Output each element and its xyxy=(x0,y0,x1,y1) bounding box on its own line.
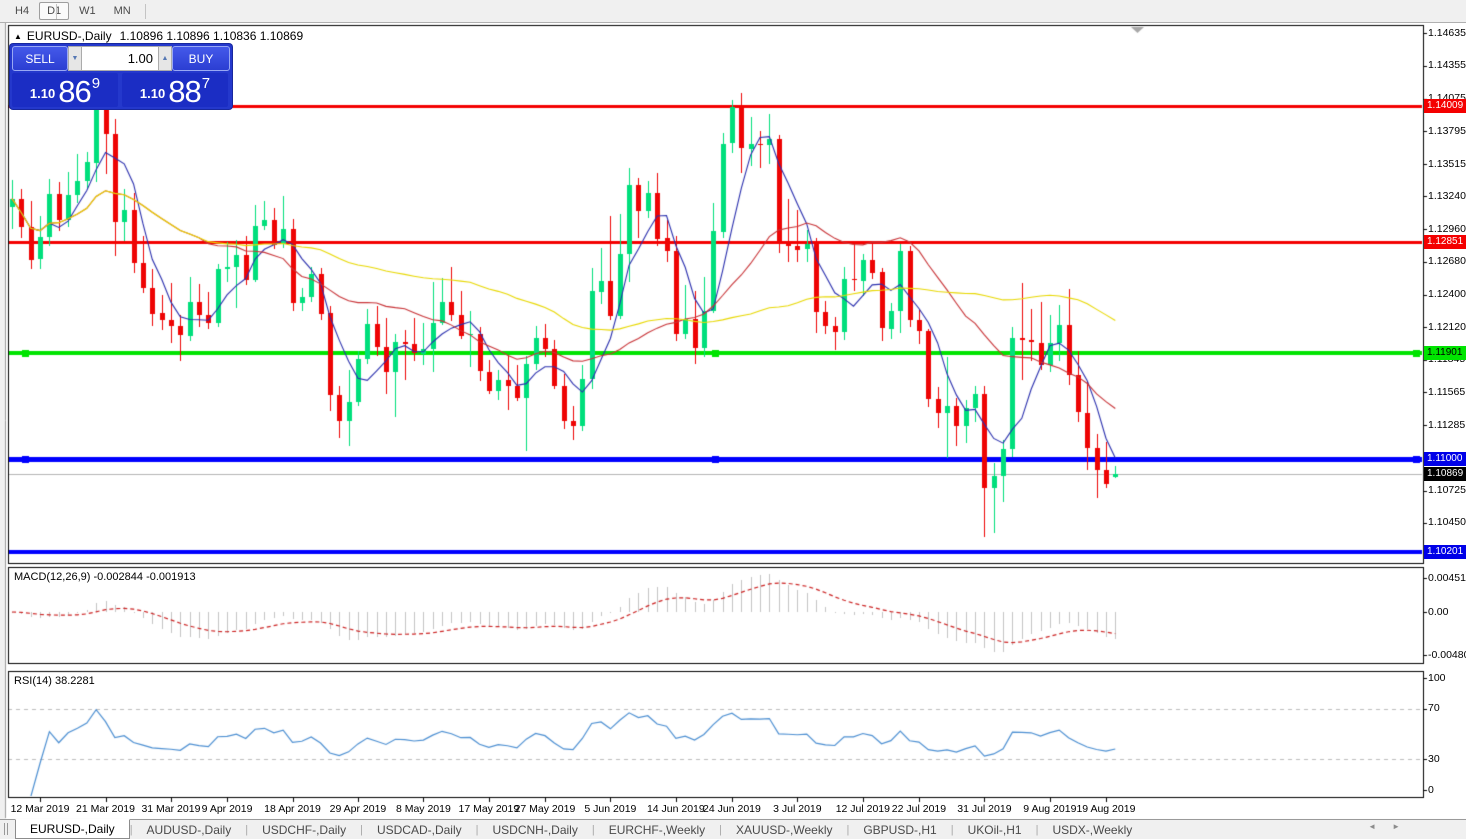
tab-usdcnh-daily[interactable]: USDCNH-,Daily xyxy=(479,820,592,839)
rsi-scale-label: 0 xyxy=(1428,783,1434,796)
date-label: 9 Apr 2019 xyxy=(201,803,253,815)
date-label: 29 Apr 2019 xyxy=(329,803,387,815)
buy-price-display[interactable]: 1.10 88 7 xyxy=(122,73,228,107)
price-tick-label: 1.13240 xyxy=(1428,189,1466,202)
chart-ohlc-values: 1.10896 1.10896 1.10836 1.10869 xyxy=(119,29,304,43)
macd-scale-label: 0.004517 xyxy=(1428,571,1466,584)
date-label: 9 Aug 2019 xyxy=(1023,803,1077,815)
sell-price-pips: 86 xyxy=(58,74,91,109)
price-level-label: 1.10201 xyxy=(1424,545,1466,560)
price-level-label: 1.12851 xyxy=(1424,234,1466,249)
price-tick-label: 1.10450 xyxy=(1428,516,1466,529)
price-tick-label: 1.12400 xyxy=(1428,288,1466,301)
date-label: 3 Jul 2019 xyxy=(773,803,822,815)
date-label: 14 Jun 2019 xyxy=(646,803,705,815)
tab-scroll-left-icon[interactable]: ◄ xyxy=(1368,822,1376,831)
date-label: 19 Aug 2019 xyxy=(1076,803,1136,815)
date-label: 17 May 2019 xyxy=(458,803,520,815)
macd-scale-label: 0.00 xyxy=(1428,605,1449,618)
macd-scale-label: -0.004806 xyxy=(1428,648,1466,661)
date-label: 5 Jun 2019 xyxy=(584,803,637,815)
rsi-scale-label: 70 xyxy=(1428,702,1440,715)
sell-price-display[interactable]: 1.10 86 9 xyxy=(12,73,118,107)
macd-label: MACD(12,26,9) -0.002844 -0.001913 xyxy=(14,571,196,583)
date-label: 8 May 2019 xyxy=(395,803,451,815)
date-label: 24 Jun 2019 xyxy=(703,803,761,815)
price-tick-label: 1.10725 xyxy=(1428,484,1466,497)
tab-eurusd-daily[interactable]: EURUSD-,Daily xyxy=(15,819,130,839)
date-label: 31 Jul 2019 xyxy=(957,803,1012,815)
price-tick-label: 1.11285 xyxy=(1428,418,1466,431)
price-tick-label: 1.12680 xyxy=(1428,255,1466,268)
date-label: 18 Apr 2019 xyxy=(264,803,321,815)
buy-price-point: 7 xyxy=(201,75,211,92)
price-level-label: 1.10869 xyxy=(1424,466,1466,481)
date-label: 31 Mar 2019 xyxy=(141,803,201,815)
chart-title: ▲ EURUSD-,Daily 1.10896 1.10896 1.10836 1.… xyxy=(14,29,303,43)
volume-decrease-button[interactable]: ▼ xyxy=(68,46,82,71)
rsi-label: RSI(14) 38.2281 xyxy=(14,675,95,687)
price-level-label: 1.11901 xyxy=(1424,346,1466,361)
one-click-trade-panel: SELL ▼ 1.00 ▲ BUY 1.10 86 9 1.10 88 7 xyxy=(10,44,232,109)
timeframe-button-w1[interactable]: W1 xyxy=(71,2,104,20)
buy-button[interactable]: BUY xyxy=(172,46,230,71)
toolbar-separator xyxy=(56,3,57,19)
tab-scroll-arrows: ◄ ► xyxy=(1368,822,1400,831)
symbol-tab-bar: EURUSD-,Daily | AUDUSD-,Daily | USDCHF-,Dail… xyxy=(0,819,1466,839)
tab-usdx-weekly[interactable]: USDX-,Weekly xyxy=(1038,820,1146,839)
tab-gbpusd-h1[interactable]: GBPUSD-,H1 xyxy=(849,820,950,839)
tab-scroll-right-icon[interactable]: ► xyxy=(1392,822,1400,831)
tab-usdchf-daily[interactable]: USDCHF-,Daily xyxy=(248,820,360,839)
volume-increase-button[interactable]: ▲ xyxy=(158,46,172,71)
sell-price-big-figure: 1.10 xyxy=(29,86,56,101)
rsi-scale-label: 30 xyxy=(1428,752,1440,765)
date-label: 21 Mar 2019 xyxy=(76,803,135,815)
tab-eurchf-weekly[interactable]: EURCHF-,Weekly xyxy=(595,820,719,839)
buy-price-pips: 88 xyxy=(168,74,201,109)
sell-price-point: 9 xyxy=(91,75,101,92)
tab-audusd-daily[interactable]: AUDUSD-,Daily xyxy=(133,820,246,839)
collapse-triangle-icon[interactable]: ▲ xyxy=(14,32,22,41)
timeframe-button-d1[interactable]: D1 xyxy=(39,2,70,20)
date-label: 27 May 2019 xyxy=(514,803,576,815)
date-label: 12 Jul 2019 xyxy=(835,803,890,815)
date-label: 22 Jul 2019 xyxy=(891,803,947,815)
tab-xauusd-weekly[interactable]: XAUUSD-,Weekly xyxy=(722,820,846,839)
price-tick-label: 1.14635 xyxy=(1428,26,1466,39)
volume-input[interactable]: 1.00 xyxy=(82,46,158,71)
buy-price-big-figure: 1.10 xyxy=(139,86,166,101)
price-tick-label: 1.13795 xyxy=(1428,124,1466,137)
price-tick-label: 1.12960 xyxy=(1428,222,1466,235)
price-tick-label: 1.12120 xyxy=(1428,320,1466,333)
sell-button[interactable]: SELL xyxy=(12,46,68,71)
tab-ukoil-h1[interactable]: UKOil-,H1 xyxy=(954,820,1036,839)
price-tick-label: 1.11565 xyxy=(1428,385,1466,398)
rsi-scale-label: 100 xyxy=(1428,671,1446,684)
price-tick-label: 1.13515 xyxy=(1428,157,1466,170)
tabbar-grip-icon xyxy=(4,823,8,835)
price-level-label: 1.14009 xyxy=(1424,99,1466,114)
toolbar-separator xyxy=(144,3,146,19)
timeframe-button-mn[interactable]: MN xyxy=(106,2,139,20)
tab-usdcad-daily[interactable]: USDCAD-,Daily xyxy=(363,820,476,839)
timeframe-toolbar: H4 D1 W1 MN xyxy=(0,0,1466,23)
trading-terminal: { "toolbar": {"timeframes": ["H4", "D1",… xyxy=(0,0,1466,839)
price-level-label: 1.11000 xyxy=(1424,451,1466,466)
date-label: 12 Mar 2019 xyxy=(10,803,70,815)
price-tick-label: 1.14355 xyxy=(1428,59,1466,72)
chart-symbol-label: EURUSD-,Daily xyxy=(26,29,112,43)
chart-canvas[interactable] xyxy=(0,0,1466,839)
timeframe-button-h4[interactable]: H4 xyxy=(7,2,37,20)
